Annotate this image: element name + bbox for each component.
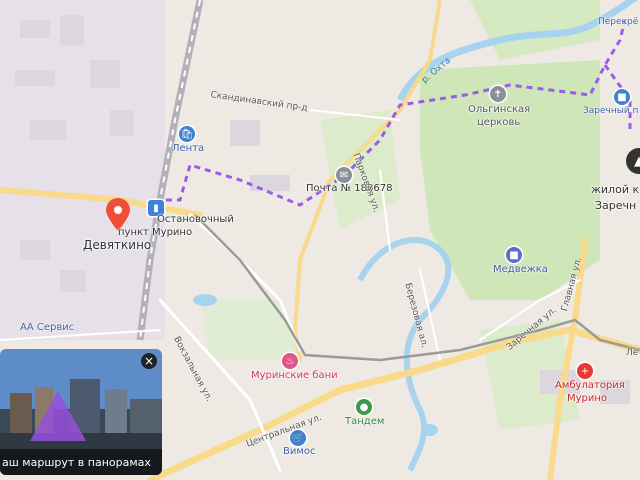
- poi-perekrestok[interactable]: Перекрё: [598, 17, 638, 27]
- poi-aa-servis[interactable]: АА Сервис: [20, 322, 74, 333]
- panorama-preview[interactable]: × аш маршрут в панорамах: [0, 349, 162, 475]
- poi-ambulatoriya-line1[interactable]: Амбулатория: [555, 380, 625, 391]
- place-zhiloy-line2[interactable]: Заречн: [595, 199, 636, 212]
- bath-icon[interactable]: ♨: [282, 353, 298, 369]
- mail-icon[interactable]: ✉: [336, 167, 352, 183]
- shopping-bag-icon[interactable]: 🛍: [179, 126, 195, 142]
- poi-ambulatoriya-line2[interactable]: Мурино: [567, 393, 607, 404]
- place-devyatkino[interactable]: Девяткино: [83, 238, 151, 252]
- poi-pochta[interactable]: Почта № 188678: [306, 183, 392, 194]
- sports-icon[interactable]: ●: [356, 399, 372, 415]
- shop-icon[interactable]: ■: [614, 89, 630, 105]
- poi-tandem[interactable]: Тандем: [345, 416, 384, 427]
- poi-vimos[interactable]: Вимос: [283, 446, 316, 457]
- poi-lenta[interactable]: Лента: [172, 143, 204, 154]
- place-stop-line1[interactable]: Остановочный: [157, 214, 234, 225]
- church-cross-icon[interactable]: ✝: [490, 86, 506, 102]
- pond: [193, 294, 217, 306]
- close-icon[interactable]: ×: [141, 353, 157, 369]
- pond-south: [422, 424, 438, 436]
- place-stop-line2[interactable]: пункт Мурино: [118, 227, 192, 238]
- medical-cross-icon[interactable]: +: [577, 363, 593, 379]
- panorama-arrow-icon: [30, 391, 86, 441]
- poi-murinskie-bani[interactable]: Муринские бани: [251, 370, 338, 381]
- poi-zarechny-shop[interactable]: Заречный п: [583, 106, 638, 116]
- poi-medvezhka[interactable]: Медвежка: [493, 264, 548, 275]
- poi-olginskaya-line2[interactable]: церковь: [477, 117, 520, 128]
- bed-icon[interactable]: ■: [506, 247, 522, 263]
- panorama-caption: аш маршрут в панорамах: [0, 449, 162, 475]
- street-len: Ле: [626, 348, 639, 358]
- poi-olginskaya-line1[interactable]: Ольгинская: [468, 104, 530, 115]
- place-zhiloy-line1[interactable]: жилой к: [591, 183, 639, 196]
